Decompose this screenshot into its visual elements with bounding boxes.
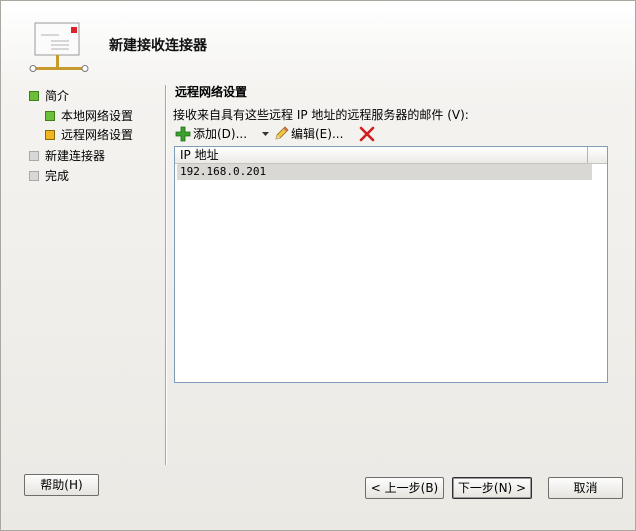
plus-icon [175,126,191,142]
step-current-indicator [45,130,55,140]
nav-item-label: 远程网络设置 [61,128,134,142]
delete-button[interactable] [359,125,375,143]
section-description: 接收来自具有这些远程 IP 地址的远程服务器的邮件 (V): [173,108,469,122]
help-button[interactable]: 帮助(H) [24,474,99,496]
column-header-ip-address[interactable]: IP 地址 [175,147,588,163]
toolbar: 添加(D)... 编辑(E)... [175,125,475,143]
list-header: IP 地址 [175,147,607,164]
step-pending-indicator [29,151,39,161]
add-dropdown-button[interactable] [261,125,271,143]
nav-item-label: 新建连接器 [45,149,106,163]
step-complete-indicator [29,91,39,101]
ip-address-list[interactable]: IP 地址 192.168.0.201 [174,146,608,383]
email-connector-icon [29,22,89,72]
nav-item-label: 完成 [45,169,70,183]
dropdown-arrow-icon [262,132,269,136]
add-button[interactable]: 添加(D)... [175,125,265,143]
back-button[interactable]: < 上一步(B) [365,477,444,499]
table-row[interactable]: 192.168.0.201 [177,164,592,180]
section-title: 远程网络设置 [175,85,248,99]
edit-button[interactable]: 编辑(E)... [273,125,353,143]
nav-item-label: 本地网络设置 [61,109,134,123]
vertical-divider [165,85,166,465]
edit-button-label: 编辑(E)... [291,127,344,141]
add-button-label: 添加(D)... [193,127,248,141]
step-pending-indicator [29,171,39,181]
pencil-icon [275,126,289,140]
next-button[interactable]: 下一步(N) > [452,477,532,499]
wizard-title: 新建接收连接器 [109,38,207,54]
nav-item-label: 简介 [45,89,70,103]
wizard-window: 新建接收连接器 简介 本地网络设置 远程网络设置 新建连接器 完成 远程网络设置… [0,0,636,531]
step-complete-indicator [45,111,55,121]
delete-x-icon [359,126,375,142]
cancel-button[interactable]: 取消 [548,477,623,499]
